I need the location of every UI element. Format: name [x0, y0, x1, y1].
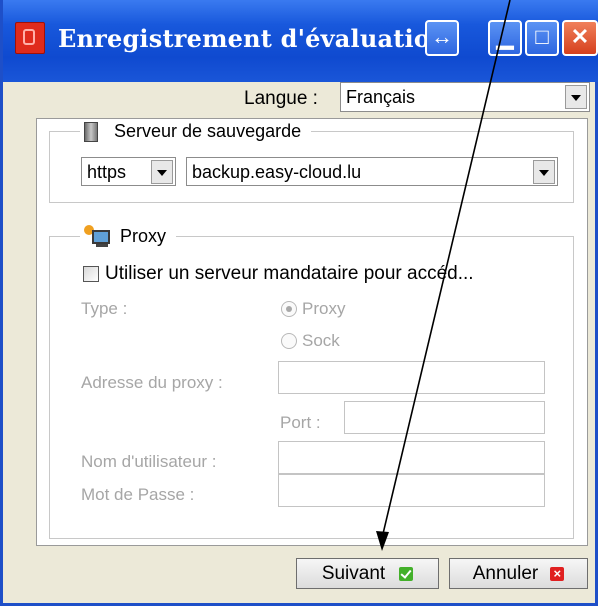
settings-panel: Serveur de sauvegarde https backup.easy-… [36, 118, 588, 546]
server-host-select[interactable]: backup.easy-cloud.lu [186, 157, 558, 186]
proxy-address-label: Adresse du proxy : [81, 373, 223, 392]
proxy-port-input[interactable] [344, 401, 545, 434]
use-proxy-checkbox[interactable] [83, 266, 99, 282]
minimize-button[interactable]: ▁ [488, 20, 522, 56]
backup-server-legend: Serveur de sauvegarde [114, 121, 302, 141]
type-label: Type : [81, 299, 128, 318]
window-title: Enregistrement d'évaluation [58, 24, 448, 53]
username-input[interactable] [278, 441, 545, 474]
title-bar[interactable]: Enregistrement d'évaluation ↔ ▁ □ ✕ [3, 0, 598, 82]
next-button[interactable]: Suivant [296, 558, 439, 589]
language-value: Français [346, 87, 416, 107]
type-proxy-label: Proxy [302, 299, 346, 318]
protocol-select[interactable]: https [81, 157, 176, 186]
app-logo-icon [15, 22, 45, 54]
type-sock-radio[interactable] [281, 333, 297, 349]
use-proxy-label[interactable]: Utiliser un serveur mandataire pour accé… [105, 263, 474, 285]
language-select[interactable]: Français [340, 82, 590, 112]
cancel-button[interactable]: Annuler × [449, 558, 588, 589]
port-label: Port : [280, 413, 321, 432]
chevron-down-icon[interactable] [533, 160, 555, 184]
close-button[interactable]: ✕ [562, 20, 598, 56]
close-icon: × [550, 566, 565, 581]
maximize-button[interactable]: □ [525, 20, 559, 56]
type-proxy-radio[interactable] [281, 301, 297, 317]
password-input[interactable] [278, 474, 545, 507]
type-sock-label: Sock [302, 331, 340, 350]
server-icon [84, 121, 98, 142]
use-proxy-row[interactable]: Utiliser un serveur mandataire pour accé… [83, 263, 474, 285]
proxy-address-input[interactable] [278, 361, 545, 394]
check-icon [399, 566, 414, 581]
username-label: Nom d'utilisateur : [81, 452, 217, 471]
password-label: Mot de Passe : [81, 485, 195, 504]
chevron-down-icon[interactable] [151, 160, 173, 184]
protocol-value: https [87, 162, 127, 182]
cancel-button-label: Annuler [472, 562, 539, 584]
proxy-legend: Proxy [120, 225, 167, 246]
proxy-computer-icon [84, 225, 112, 247]
next-button-label: Suivant [321, 562, 386, 584]
dialog-content: Langue : Français Serveur de sauvegarde … [3, 82, 595, 603]
server-host-value: backup.easy-cloud.lu [192, 162, 362, 182]
evaluation-registration-dialog: Enregistrement d'évaluation ↔ ▁ □ ✕ Lang… [0, 0, 598, 606]
chevron-down-icon[interactable] [565, 85, 587, 109]
resize-button[interactable]: ↔ [425, 20, 459, 56]
language-label: Langue : [244, 88, 318, 109]
